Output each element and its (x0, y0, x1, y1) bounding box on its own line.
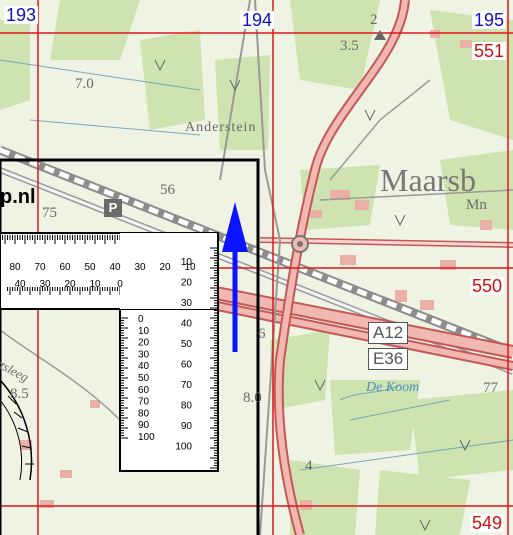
ruler-right-label: 50 (181, 339, 193, 350)
spot-height: 7.0 (75, 76, 94, 92)
overlay-url-text: p.nl (0, 186, 36, 208)
ruler-left-label: 40 (138, 361, 150, 372)
grid-label-y-551: 551 (472, 41, 507, 61)
place-name-de-koom: De Koom (366, 380, 420, 395)
grid-label-x-195: 195 (472, 10, 507, 30)
spot-height: 2 (370, 12, 378, 28)
place-name-maarsbergen: Maarsb (380, 162, 476, 198)
ruler-left-label: 0 (138, 314, 144, 325)
ruler-left-label: 70 (138, 397, 150, 408)
ruler-right-label: 60 (181, 360, 193, 371)
ruler-top-label: 70 (34, 262, 46, 273)
ruler-left-label: 60 (138, 385, 150, 396)
ruler-inner-label: 10 (89, 279, 101, 290)
grid-label-x-193: 193 (4, 5, 39, 25)
ruler-inner-label: 30 (39, 279, 51, 290)
ruler-right-label: 80 (181, 401, 193, 412)
spot-height: 4 (305, 458, 313, 474)
ruler-left-label: 30 (138, 349, 150, 360)
ruler-right-label: 10 (181, 257, 193, 268)
place-name-anderstein: Anderstein (185, 120, 257, 135)
spot-height: 6 (258, 326, 266, 342)
ruler-inner-label: 40 (14, 279, 26, 290)
ruler-right-label: 90 (181, 421, 193, 432)
ruler-top-label: 30 (134, 262, 146, 273)
grid-label-y-549: 549 (470, 513, 505, 533)
spot-height: 56 (160, 182, 175, 198)
place-name-mn: Mn (466, 197, 487, 213)
ruler-top-label: 60 (59, 262, 71, 273)
ruler-left-label: 20 (138, 338, 150, 349)
ruler-left-label: 10 (138, 326, 150, 337)
ruler-right-label: 70 (181, 380, 193, 391)
ruler-inner-label: 0 (117, 279, 123, 290)
spot-height: 8.0 (243, 390, 262, 406)
ruler-left-label: 80 (138, 408, 150, 419)
ruler-left-label: 90 (138, 420, 150, 431)
ruler-left-label: 100 (138, 432, 155, 443)
ruler-top-label: 40 (109, 262, 121, 273)
road-shield-a12: A12 (368, 322, 409, 344)
ruler-right-label: 30 (181, 298, 193, 309)
ruler-left-label: 50 (138, 373, 150, 384)
spot-height: 8.5 (10, 386, 29, 402)
ruler-inner-label: 20 (64, 279, 76, 290)
grid-label-y-550: 550 (470, 276, 505, 296)
ruler-right-label: 100 (175, 442, 192, 453)
ruler-top-label: 80 (9, 262, 21, 273)
parking-icon: P (104, 199, 122, 217)
ruler-right-label: 20 (181, 278, 193, 289)
ruler-top-label: 20 (159, 262, 171, 273)
spot-height: 77 (483, 380, 498, 396)
spot-height: 75 (42, 205, 57, 221)
ruler-top-label: 50 (84, 262, 96, 273)
grid-label-x-194: 194 (240, 10, 275, 30)
road-shield-e36: E36 (368, 348, 409, 370)
ruler-right-label: 40 (181, 319, 193, 330)
spot-height: 3.5 (340, 38, 359, 54)
